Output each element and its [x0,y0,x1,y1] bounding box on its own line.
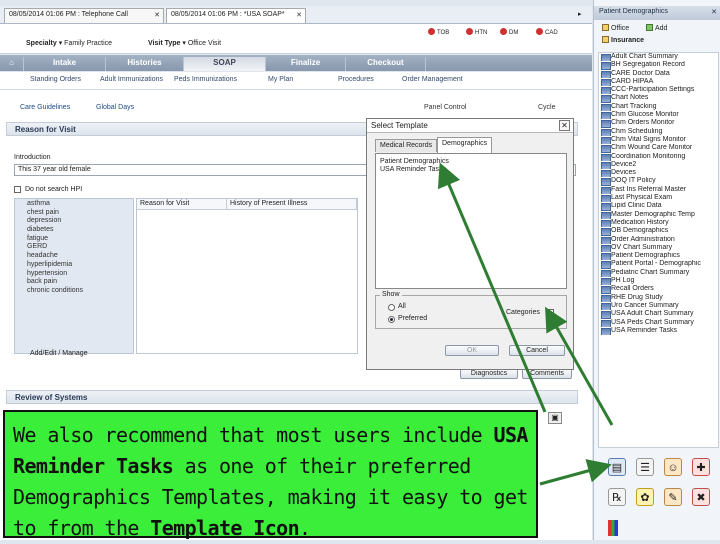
arrow-to-categories [545,306,614,426]
arrow-to-template-list [437,162,547,413]
arrow-to-template-icon [539,459,612,486]
annotation-arrows [437,162,614,486]
